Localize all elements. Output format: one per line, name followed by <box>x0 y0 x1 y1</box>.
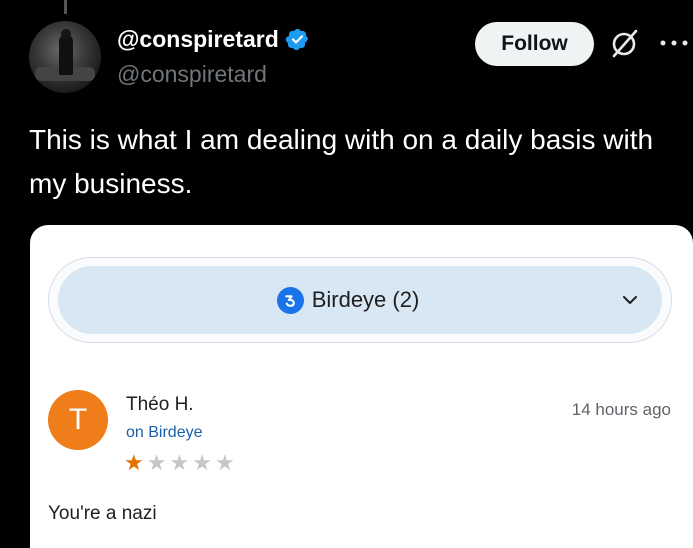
more-icon[interactable] <box>659 38 689 48</box>
star-icon: ★ <box>214 450 235 475</box>
review-timestamp: 14 hours ago <box>571 400 671 419</box>
star-icon: ★ <box>169 450 190 475</box>
source-selector[interactable]: Birdeye (2) <box>58 266 662 334</box>
birdeye-icon <box>276 286 304 314</box>
star-icon: ★ <box>124 450 144 475</box>
author-handle[interactable]: @conspiretard <box>117 61 267 88</box>
top-divider-mark <box>64 0 67 14</box>
author-name-row: @conspiretard <box>117 26 310 53</box>
follow-button[interactable]: Follow <box>475 22 594 66</box>
source-selector-label: Birdeye (2) <box>311 287 420 312</box>
review-source-link[interactable]: on Birdeye <box>126 424 203 442</box>
verified-badge-icon <box>285 28 308 51</box>
author-display-name[interactable]: @conspiretard <box>117 26 279 53</box>
reviewer-avatar: T <box>48 390 108 450</box>
reviewer-name: Théo H. <box>126 394 194 415</box>
review-text: You're a nazi <box>48 503 157 524</box>
star-rating: ★ ★ ★ ★ ★ <box>124 451 235 475</box>
star-icon: ★ <box>192 450 212 475</box>
star-icon: ★ <box>146 450 167 475</box>
tweet-text: This is what I am dealing with on a dail… <box>29 124 654 199</box>
chevron-down-icon[interactable] <box>620 290 640 310</box>
grok-icon[interactable] <box>609 28 639 58</box>
review-screenshot-card[interactable]: Birdeye (2) T Théo H. on Birdeye 14 hour… <box>30 225 693 548</box>
author-avatar[interactable] <box>29 21 101 93</box>
